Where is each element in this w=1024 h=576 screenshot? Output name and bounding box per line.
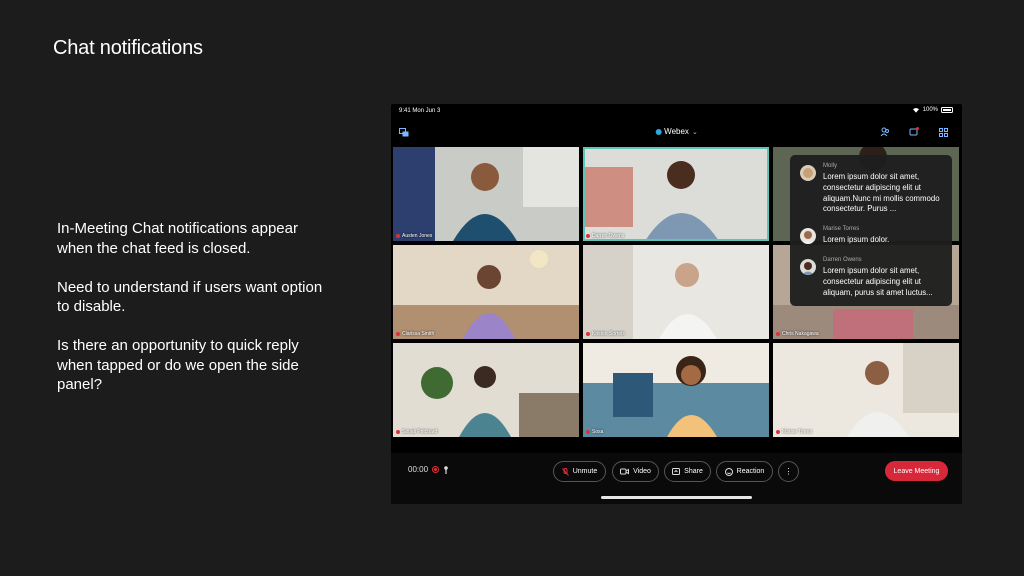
share-screen-icon [672, 468, 681, 475]
layout-toggle-icon[interactable] [397, 125, 411, 139]
video-tile[interactable]: Clarissa Smith [393, 245, 579, 339]
avatar [800, 165, 816, 181]
meeting-title-dropdown[interactable]: Webex ⌄ [655, 127, 698, 136]
mic-muted-icon [396, 234, 400, 238]
video-tile[interactable]: Marise Torres [773, 343, 959, 437]
chevron-down-icon: ⌄ [691, 128, 698, 136]
chat-icon[interactable] [907, 125, 921, 139]
participant-name: Austen Jones [402, 233, 433, 239]
mic-off-icon [561, 467, 569, 476]
camera-icon [620, 468, 630, 475]
recording-icon [432, 466, 440, 473]
video-button[interactable]: Video [612, 461, 659, 482]
share-label: Share [684, 468, 703, 475]
participant-name: Kristen Sorrels [592, 331, 625, 337]
app-header: Webex ⌄ [391, 119, 962, 147]
participant-name: Sosa [592, 429, 604, 435]
chat-sender: Darren Owens [823, 257, 862, 263]
webex-logo-icon [655, 128, 662, 135]
slide-title: Chat notifications [53, 37, 203, 59]
home-indicator[interactable] [601, 496, 752, 499]
smiley-icon [724, 467, 733, 476]
wifi-icon [912, 107, 919, 113]
reaction-label: Reaction [736, 468, 765, 475]
avatar [800, 259, 816, 275]
video-tile[interactable]: Sosa [583, 343, 769, 437]
meeting-controls-bar: 00:00 Unmute Video Share Reaction ⋮ Leav… [391, 453, 962, 504]
chat-sender: Molly [823, 163, 838, 169]
unmute-label: Unmute [572, 468, 598, 475]
mic-muted-icon [396, 430, 400, 434]
participant-name: Chris Nakagawa [782, 331, 819, 337]
mic-muted-icon [396, 332, 400, 336]
chat-sender: Marise Torres [823, 226, 860, 232]
avatar [800, 228, 816, 244]
share-button[interactable]: Share [664, 461, 711, 482]
participant-video [393, 147, 579, 241]
unmute-button[interactable]: Unmute [553, 461, 606, 482]
key-icon [444, 465, 448, 474]
reaction-button[interactable]: Reaction [716, 461, 773, 482]
participant-name: Marise Torres [782, 429, 813, 435]
grid-view-icon[interactable] [936, 125, 950, 139]
participant-name: Clarissa Smith [402, 331, 435, 337]
chat-notification-panel[interactable]: Molly Lorem ipsum dolor sit amet, consec… [790, 155, 952, 306]
participant-video [583, 245, 769, 339]
meeting-title: Webex [664, 127, 689, 136]
chat-message[interactable]: Marise Torres Lorem ipsum dolor. [800, 226, 945, 250]
video-tile[interactable]: Kristen Sorrels [583, 245, 769, 339]
participant-video [393, 245, 579, 339]
chat-message[interactable]: Molly Lorem ipsum dolor sit amet, consec… [800, 163, 945, 221]
participant-video [773, 343, 959, 437]
participant-name: Darren Owens [592, 233, 625, 239]
mic-muted-icon [776, 332, 780, 336]
note-1: In-Meeting Chat notifications appear whe… [57, 220, 298, 257]
chat-text: Lorem ipsum dolor sit amet, consectetur … [823, 266, 933, 297]
mic-muted-icon [586, 430, 590, 434]
participant-name: Sonali Pritchard [402, 429, 438, 435]
participant-video [393, 343, 579, 437]
mic-muted-icon [586, 332, 590, 336]
video-label: Video [633, 468, 651, 475]
note-2: Need to understand if users want option … [57, 278, 323, 316]
chat-text: Lorem ipsum dolor. [823, 235, 890, 244]
timer-value: 00:00 [408, 465, 429, 474]
chat-message[interactable]: Darren Owens Lorem ipsum dolor sit amet,… [800, 257, 945, 303]
meeting-timer: 00:00 [408, 465, 449, 474]
design-notes: In-Meeting Chat notifications appear whe… [57, 219, 337, 414]
video-tile[interactable]: Sonali Pritchard [393, 343, 579, 437]
mic-muted-icon [586, 234, 590, 238]
more-options-button[interactable]: ⋮ [778, 461, 799, 482]
video-tile-active-speaker[interactable]: Darren Owens [583, 147, 769, 241]
video-tile[interactable]: Austen Jones [393, 147, 579, 241]
status-time: 9:41 Mon Jun 3 [399, 108, 441, 114]
status-bar: 9:41 Mon Jun 3 100% [391, 104, 962, 118]
note-3: Is there an opportunity to quick reply w… [57, 337, 299, 393]
mic-muted-icon [776, 430, 780, 434]
participant-video [583, 147, 769, 241]
battery-percent: 100% [922, 107, 938, 113]
leave-meeting-button[interactable]: Leave Meeting [885, 461, 948, 481]
battery-icon [941, 107, 953, 113]
chat-text: Lorem ipsum dolor sit amet, consectetur … [823, 172, 940, 214]
participants-icon[interactable] [878, 125, 892, 139]
participant-video [583, 343, 769, 437]
